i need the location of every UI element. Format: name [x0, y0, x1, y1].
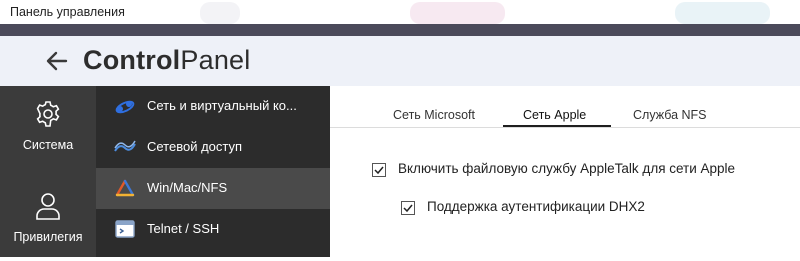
nav-item-label: Telnet / SSH	[147, 221, 220, 236]
category-rail: Система Привилегия	[0, 86, 96, 257]
win-mac-nfs-icon	[115, 179, 135, 197]
gear-icon	[36, 101, 60, 127]
nav-item-telnet-ssh[interactable]: Telnet / SSH	[96, 209, 330, 250]
nav-item-label: Сеть и виртуальный ко...	[147, 98, 297, 113]
page-title-bold: Control	[83, 45, 181, 75]
checkmark-icon	[374, 166, 384, 175]
user-icon	[36, 193, 60, 220]
back-arrow-icon	[46, 51, 68, 71]
window-title-bar: Панель управления	[0, 0, 800, 24]
rail-item-label: Привилегия	[13, 230, 83, 244]
panel-header: ControlPanel	[0, 36, 800, 86]
network-access-icon	[114, 140, 136, 152]
background-decoration	[200, 2, 240, 24]
tab-apple-network[interactable]: Сеть Apple	[523, 108, 586, 122]
tab-nfs-service[interactable]: Служба NFS	[633, 108, 707, 122]
rail-item-privilege[interactable]: Привилегия	[0, 181, 96, 261]
background-decoration	[675, 2, 770, 24]
window-title: Панель управления	[10, 5, 125, 19]
appletalk-checkbox[interactable]	[372, 163, 386, 177]
tab-microsoft-network[interactable]: Сеть Microsoft	[393, 108, 475, 122]
rail-item-system[interactable]: Система	[0, 86, 96, 166]
title-divider-stripe	[0, 24, 800, 36]
nav-item-network-access[interactable]: Сетевой доступ	[96, 127, 330, 168]
rail-item-label: Система	[22, 138, 74, 152]
checkmark-icon	[403, 204, 413, 213]
page-title: ControlPanel	[83, 45, 250, 76]
network-virtual-icon	[115, 100, 135, 114]
nav-item-label: Сетевой доступ	[147, 139, 243, 154]
appletalk-label: Включить файловую службу AppleTalk для с…	[398, 161, 736, 176]
page-title-light: Panel	[180, 45, 251, 75]
back-button[interactable]	[44, 48, 70, 74]
active-tab-indicator	[503, 125, 611, 127]
nav-item-label: Win/Mac/NFS	[147, 180, 228, 195]
main-content: Сеть Microsoft Сеть Apple Служба NFS Вкл…	[330, 86, 800, 257]
dhx2-checkbox[interactable]	[401, 201, 415, 215]
terminal-icon	[115, 220, 135, 238]
dhx2-label: Поддержка аутентификации DHX2	[427, 199, 645, 214]
sub-navigation: Сеть и виртуальный ко... Сетевой доступ …	[96, 86, 330, 257]
nav-item-network-virtual[interactable]: Сеть и виртуальный ко...	[96, 86, 330, 127]
nav-item-win-mac-nfs[interactable]: Win/Mac/NFS	[96, 168, 330, 209]
background-decoration	[410, 2, 505, 24]
tab-bar: Сеть Microsoft Сеть Apple Служба NFS	[330, 86, 800, 128]
